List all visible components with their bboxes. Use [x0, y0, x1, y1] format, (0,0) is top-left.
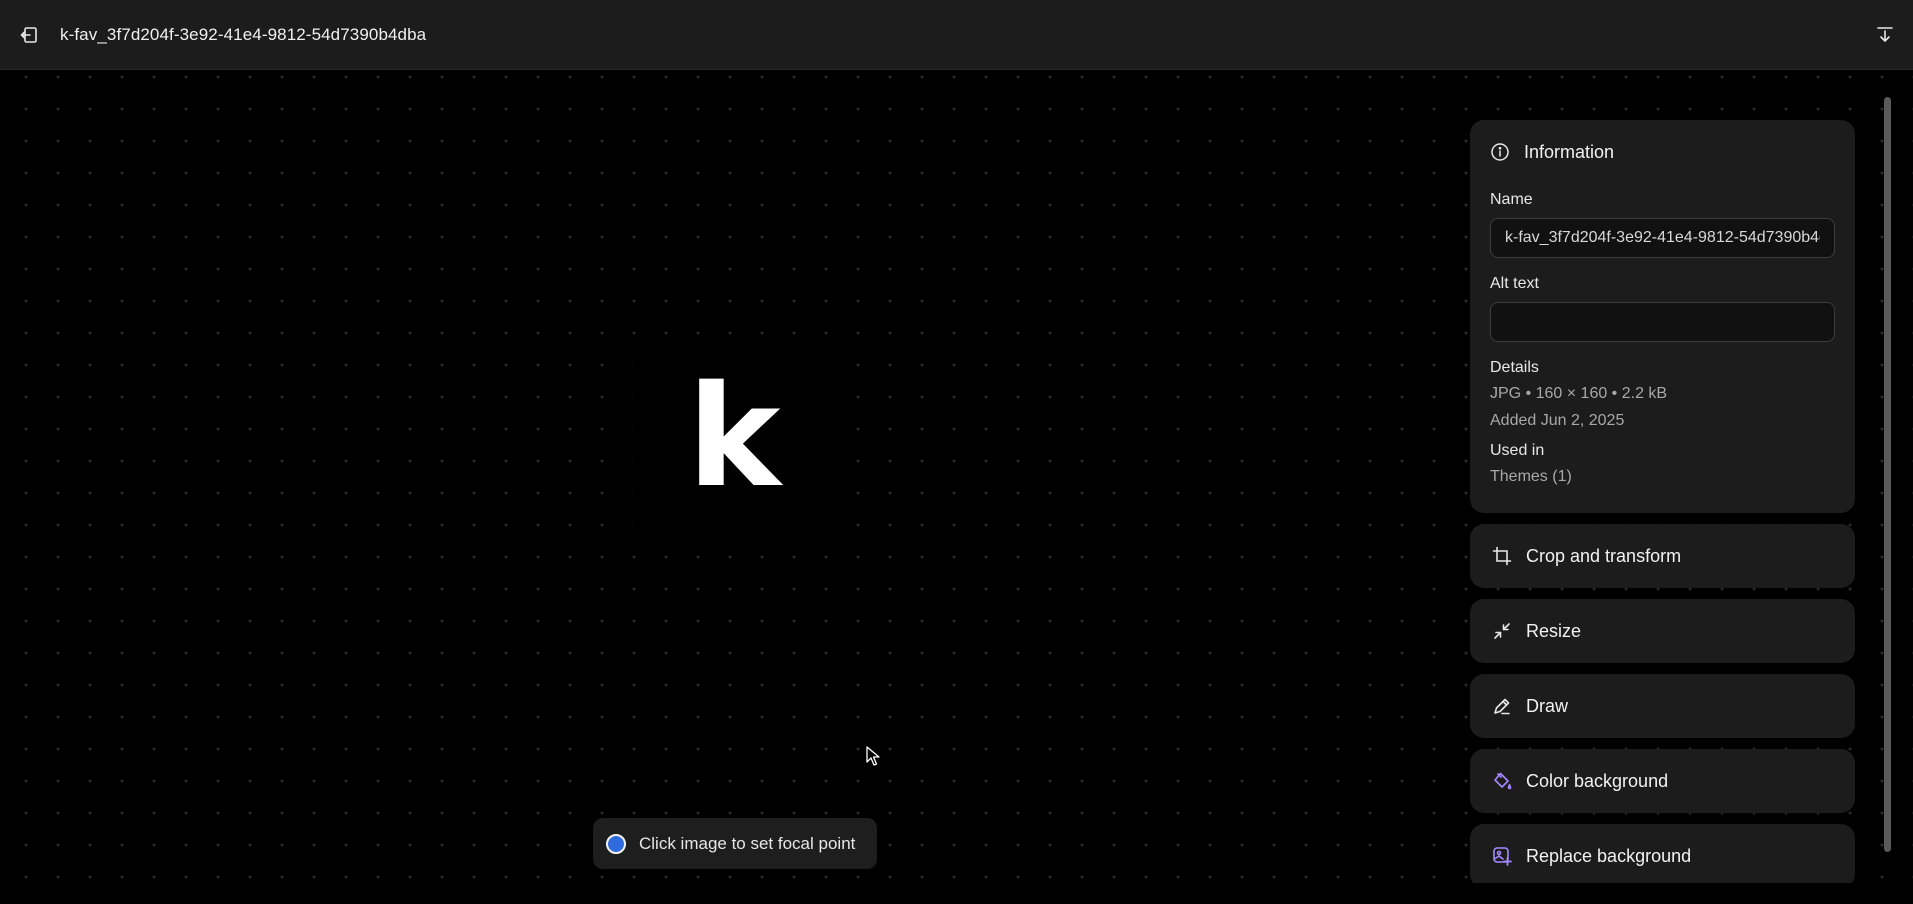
focal-point-dot-icon — [606, 833, 626, 854]
details-added-date: Added Jun 2, 2025 — [1490, 412, 1625, 429]
information-card: Information Name Alt text Details JPG • … — [1470, 120, 1855, 513]
resize-icon — [1492, 621, 1512, 641]
color-background-button[interactable]: Color background — [1470, 749, 1855, 813]
alt-text-label: Alt text — [1490, 275, 1539, 292]
information-header: Information — [1490, 141, 1835, 163]
details-label: Details — [1490, 359, 1539, 376]
side-panel-viewport: Information Name Alt text Details JPG • … — [1460, 90, 1870, 883]
used-in-value: Themes (1) — [1490, 468, 1572, 485]
top-bar: k-fav_3f7d204f-3e92-41e4-9812-54d7390b4d… — [0, 0, 1913, 70]
name-field[interactable] — [1490, 218, 1835, 258]
alt-text-field[interactable] — [1490, 302, 1835, 342]
preview-letter: k — [687, 356, 781, 519]
side-panel: Information Name Alt text Details JPG • … — [1470, 120, 1855, 883]
used-in-label: Used in — [1490, 442, 1545, 459]
focal-point-hint: Click image to set focal point — [593, 818, 877, 869]
crop-and-transform-label: Crop and transform — [1526, 545, 1682, 566]
information-heading: Information — [1524, 141, 1615, 162]
draw-label: Draw — [1526, 695, 1569, 716]
name-label: Name — [1490, 191, 1533, 208]
file-title: k-fav_3f7d204f-3e92-41e4-9812-54d7390b4d… — [60, 25, 427, 44]
resize-label: Resize — [1526, 620, 1582, 641]
mouse-cursor-icon — [866, 746, 880, 771]
panel-scrollbar[interactable] — [1884, 97, 1891, 852]
replace-background-label: Replace background — [1526, 845, 1692, 866]
resize-button[interactable]: Resize — [1470, 599, 1855, 663]
color-background-label: Color background — [1526, 770, 1669, 791]
replace-background-button[interactable]: Replace background — [1470, 824, 1855, 883]
crop-icon — [1492, 546, 1512, 566]
exit-icon[interactable] — [18, 24, 40, 46]
details-file-info: JPG • 160 × 160 • 2.2 kB — [1490, 385, 1668, 402]
focal-point-text: Click image to set focal point — [639, 833, 856, 853]
info-icon — [1490, 142, 1510, 162]
download-icon[interactable] — [1873, 23, 1897, 47]
color-background-icon — [1492, 771, 1512, 791]
replace-background-icon — [1492, 846, 1512, 866]
crop-and-transform-button[interactable]: Crop and transform — [1470, 524, 1855, 588]
image-preview[interactable]: k — [633, 349, 835, 551]
draw-icon — [1492, 696, 1512, 716]
draw-button[interactable]: Draw — [1470, 674, 1855, 738]
